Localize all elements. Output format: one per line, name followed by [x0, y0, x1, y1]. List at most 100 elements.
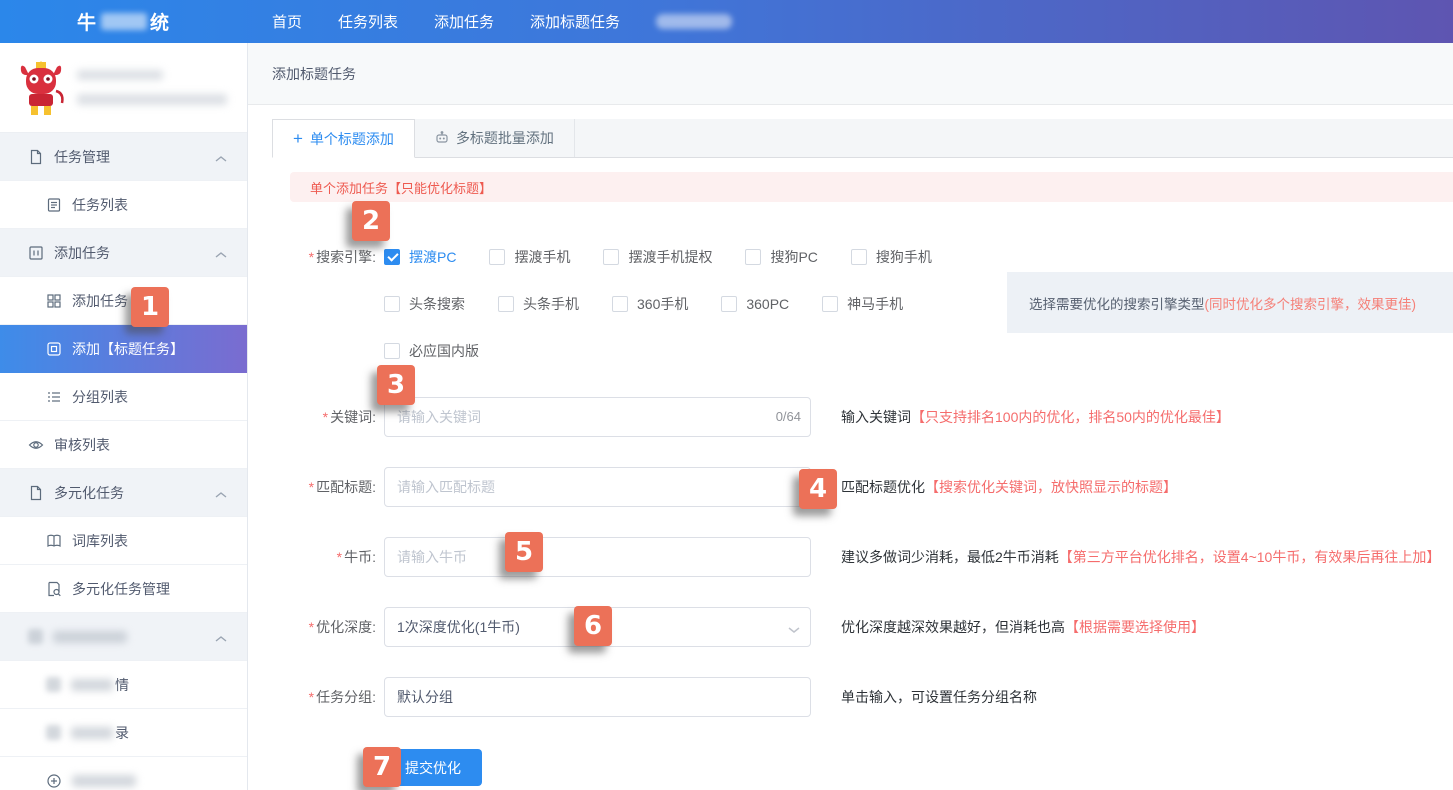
- nav-item-add-title-task[interactable]: 添加标题任务: [530, 11, 620, 32]
- depth-row: *优化深度: 1次深度优化(1牛币) 优化深度越深效果越好，但消耗也高【根据需要…: [272, 607, 1453, 647]
- depth-note: 优化深度越深效果越好，但消耗也高【根据需要选择使用】: [841, 617, 1205, 637]
- sidebar-item-blurred-3[interactable]: [0, 757, 247, 790]
- sidebar-item-add-title-task[interactable]: 添加【标题任务】: [0, 325, 247, 373]
- main-area: 添加标题任务 + 单个标题添加 多标题批量添加 单个添加任务【只能优化标题】: [248, 43, 1453, 790]
- step-badge-3: 3: [377, 365, 415, 405]
- sidebar-item-label: 添加【标题任务】: [72, 339, 184, 359]
- required-mark: *: [309, 619, 314, 635]
- sidebar-item-label: 任务管理: [54, 147, 110, 167]
- coins-row: *牛币: 建议多做词少消耗，最低2牛币消耗【第三方平台优化排名，设置4~10牛币…: [272, 537, 1453, 577]
- step-badge-6: 6: [574, 606, 612, 646]
- document-icon: [28, 149, 44, 165]
- required-mark: *: [323, 409, 328, 425]
- chevron-up-icon: [215, 630, 227, 646]
- nav-item-home[interactable]: 首页: [272, 11, 302, 32]
- depth-select-value: 1次深度优化(1牛币): [397, 617, 520, 637]
- engine-row-2: 头条搜索 头条手机 360手机 360PC 神马手机: [384, 280, 965, 327]
- blurred-icon: [28, 629, 43, 644]
- chevron-up-icon: [215, 150, 227, 166]
- chevron-up-icon: [215, 246, 227, 262]
- blurred-icon: [46, 677, 61, 692]
- sidebar-section-diversified-task[interactable]: 多元化任务: [0, 469, 247, 517]
- tab-label: 单个标题添加: [310, 129, 394, 149]
- checkbox-icon: [851, 249, 867, 265]
- submit-row: 提交优化: [384, 749, 1453, 786]
- checkbox-shenma-mobile[interactable]: 神马手机: [822, 294, 903, 314]
- nav-item-task-list[interactable]: 任务列表: [338, 11, 398, 32]
- checkbox-checked-icon: [384, 249, 400, 265]
- keyword-note: 输入关键词【只支持排名100内的优化，排名50内的优化最佳】: [841, 407, 1230, 427]
- nav-item-blurred[interactable]: [656, 14, 732, 29]
- nav-item-add-task[interactable]: 添加任务: [434, 11, 494, 32]
- checkbox-360-pc[interactable]: 360PC: [721, 296, 789, 312]
- blurred-icon: [46, 725, 61, 740]
- step-badge-2: 2: [352, 201, 390, 241]
- sidebar-item-review-list[interactable]: 审核列表: [0, 421, 247, 469]
- sidebar-item-blurred-2[interactable]: 录: [0, 709, 247, 757]
- checkbox-toutiao-search[interactable]: 头条搜索: [384, 294, 465, 314]
- engine-hint-text: 选择需要优化的搜索引擎类型: [1029, 293, 1205, 313]
- checkbox-icon: [721, 296, 737, 312]
- mascot-avatar: [17, 61, 65, 115]
- sidebar-item-label: 词库列表: [72, 531, 128, 551]
- step-badge-5: 5: [505, 532, 543, 572]
- content-panel: + 单个标题添加 多标题批量添加 单个添加任务【只能优化标题】 *搜索引擎:: [248, 105, 1453, 790]
- plus-icon: +: [293, 130, 303, 147]
- checkbox-icon: [822, 296, 838, 312]
- sidebar-item-add-task[interactable]: 添加任务: [0, 277, 247, 325]
- search-engine-options: 摆渡PC 摆渡手机 摆渡手机提权 搜狗PC 搜狗手机 头条搜索 头条手机 360…: [384, 233, 965, 374]
- sidebar-section-add-task[interactable]: 添加任务: [0, 229, 247, 277]
- sidebar-item-label-suffix: 情: [115, 675, 129, 695]
- sidebar-item-label: 多元化任务管理: [72, 579, 170, 599]
- required-mark: *: [309, 479, 314, 495]
- logo-text-prefix: 牛: [77, 8, 98, 35]
- user-detail-blurred: [77, 94, 227, 105]
- checkbox-baidu-mobile[interactable]: 摆渡手机: [489, 247, 570, 267]
- document-icon: [28, 485, 44, 501]
- checkbox-icon: [498, 296, 514, 312]
- checkbox-icon: [612, 296, 628, 312]
- coins-input[interactable]: [384, 537, 811, 577]
- sidebar-section-task-management[interactable]: 任务管理: [0, 133, 247, 181]
- group-row: *任务分组: 单击输入，可设置任务分组名称: [272, 677, 1453, 717]
- group-input[interactable]: [384, 677, 811, 717]
- required-mark: *: [337, 549, 342, 565]
- robot-icon: [435, 131, 449, 145]
- logo-blurred-text: [101, 13, 147, 30]
- sidebar-item-diversified-task-management[interactable]: 多元化任务管理: [0, 565, 247, 613]
- checkbox-bing-china[interactable]: 必应国内版: [384, 341, 479, 361]
- sidebar-item-lexicon-list[interactable]: 词库列表: [0, 517, 247, 565]
- list-icon: [46, 389, 62, 405]
- checkbox-360-mobile[interactable]: 360手机: [612, 294, 688, 314]
- grid-icon: [46, 293, 62, 309]
- checkbox-toutiao-mobile[interactable]: 头条手机: [498, 294, 579, 314]
- user-info: [77, 70, 227, 105]
- match-title-row: *匹配标题: 匹配标题优化【搜索优化关键词，放快照显示的标题】: [272, 467, 1453, 507]
- sidebar-item-label-blurred: [72, 775, 136, 787]
- sidebar-item-task-list[interactable]: 任务列表: [0, 181, 247, 229]
- required-mark: *: [309, 689, 314, 705]
- add-box-icon: [28, 245, 44, 261]
- checkbox-sogou-pc[interactable]: 搜狗PC: [745, 247, 817, 267]
- sidebar-item-label-blurred: [71, 727, 113, 739]
- checkbox-sogou-mobile[interactable]: 搜狗手机: [851, 247, 932, 267]
- depth-label: *优化深度:: [272, 617, 376, 637]
- engine-row-3: 必应国内版: [384, 327, 965, 374]
- tab-multi-title-batch-add[interactable]: 多标题批量添加: [415, 119, 575, 157]
- checkbox-baidu-mobile-boost[interactable]: 摆渡手机提权: [603, 247, 712, 267]
- checkbox-icon: [745, 249, 761, 265]
- sidebar-section-blurred[interactable]: [0, 613, 247, 661]
- tab-strip: + 单个标题添加 多标题批量添加: [272, 119, 1453, 158]
- keyword-input[interactable]: [384, 397, 811, 437]
- checkbox-baidu-pc[interactable]: 摆渡PC: [384, 247, 456, 267]
- match-title-input[interactable]: [384, 467, 811, 507]
- sidebar-item-blurred-1[interactable]: 情: [0, 661, 247, 709]
- logo-text-suffix: 统: [150, 8, 171, 35]
- breadcrumb: 添加标题任务: [272, 64, 356, 84]
- app-logo: 牛 统: [0, 8, 248, 35]
- sidebar-item-group-list[interactable]: 分组列表: [0, 373, 247, 421]
- checkbox-icon: [489, 249, 505, 265]
- tab-single-title-add[interactable]: + 单个标题添加: [272, 119, 415, 158]
- chevron-up-icon: [215, 486, 227, 502]
- sidebar-item-label-suffix: 录: [115, 723, 129, 743]
